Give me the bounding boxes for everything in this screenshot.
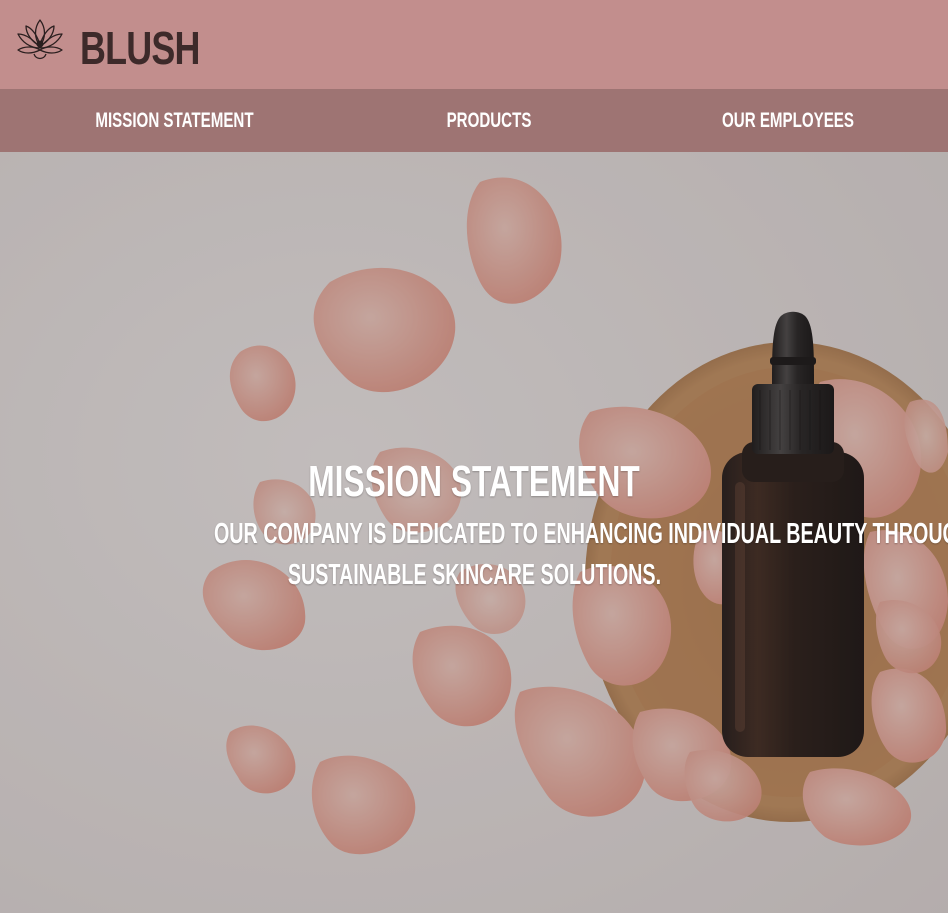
brand-name[interactable]: BLUSH — [80, 20, 200, 76]
hero-description-line-1: OUR COMPANY IS DEDICATED TO ENHANCING IN… — [213, 518, 948, 550]
hero-description-line-2: SUSTAINABLE SKINCARE SOLUTIONS. — [287, 559, 661, 591]
nav-item-our-employees[interactable]: OUR EMPLOYEES — [702, 89, 875, 152]
page: BLUSH MISSION STATEMENT PRODUCTS OUR EMP… — [0, 0, 948, 913]
nav-item-products[interactable]: PRODUCTS — [417, 89, 561, 152]
hero-section: MISSION STATEMENT OUR COMPANY IS DEDICAT… — [0, 152, 948, 913]
lotus-icon[interactable] — [14, 14, 66, 66]
main-nav: MISSION STATEMENT PRODUCTS OUR EMPLOYEES — [0, 89, 948, 152]
site-header: BLUSH — [0, 0, 948, 89]
hero-description: OUR COMPANY IS DEDICATED TO ENHANCING IN… — [0, 514, 948, 596]
hero-title: MISSION STATEMENT — [308, 457, 640, 506]
nav-item-mission-statement[interactable]: MISSION STATEMENT — [86, 89, 262, 152]
